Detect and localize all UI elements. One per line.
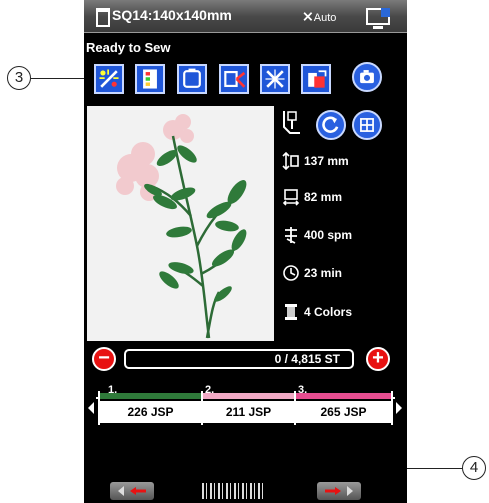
camera-button[interactable] <box>352 62 382 92</box>
forward-button[interactable] <box>317 482 361 500</box>
clock-icon <box>283 265 299 281</box>
height-value: 137 mm <box>304 154 349 168</box>
device-screen: SQ14:140x140mm ⨯Auto Ready to Sew 137 mm… <box>84 0 407 503</box>
info-colors: 4 Colors <box>282 303 402 325</box>
color-code-1: 226 JSP <box>100 401 201 423</box>
info-height: 137 mm <box>282 152 402 174</box>
width-value: 82 mm <box>304 190 343 204</box>
speed-icon <box>285 227 297 244</box>
color-change-icon <box>308 70 327 88</box>
height-icon <box>282 152 299 170</box>
auto-thread-indicator: ⨯Auto <box>302 8 337 24</box>
stitch-minus-button[interactable]: − <box>92 347 116 371</box>
colors-value: 4 Colors <box>304 305 353 319</box>
rotate-icon <box>322 116 339 133</box>
file-icon <box>96 8 110 27</box>
color-sort-button[interactable] <box>94 64 124 94</box>
callout-3-line <box>31 78 86 79</box>
callout-3: 3 <box>7 66 31 90</box>
callout-4-line <box>407 468 462 469</box>
speed-value: 400 spm <box>304 228 353 242</box>
color-sort-icon <box>99 69 119 88</box>
presser-foot-icon <box>280 109 304 139</box>
info-time: 23 min <box>282 264 402 286</box>
stitch-counter: 0 / 4,815 ST <box>124 349 354 369</box>
color-code-2: 211 JSP <box>203 401 294 423</box>
right-edge-arrow-icon <box>396 402 402 414</box>
back-button[interactable] <box>110 482 154 500</box>
grid-icon <box>360 118 374 132</box>
bottom-bar <box>84 480 407 503</box>
info-speed: 400 spm <box>282 226 402 248</box>
callout-4: 4 <box>462 456 486 480</box>
width-icon <box>282 189 300 206</box>
barcode-icon <box>202 483 264 499</box>
color-change-button[interactable] <box>301 64 331 94</box>
trim-button[interactable] <box>219 64 249 94</box>
color-segment-2[interactable] <box>203 393 294 399</box>
auto-label: Auto <box>313 12 337 24</box>
color-number-1: 1. <box>108 384 118 396</box>
design-preview <box>87 106 274 341</box>
timeline-end-divider <box>391 391 393 425</box>
status-text: Ready to Sew <box>86 40 171 55</box>
color-code-3: 265 JSP <box>296 401 391 423</box>
rotate-button[interactable] <box>316 110 346 140</box>
thread-spool-icon <box>285 304 297 320</box>
trim-icon <box>224 70 246 88</box>
left-edge-arrow-icon <box>88 402 94 414</box>
move-button[interactable] <box>260 64 290 94</box>
color-list-icon <box>143 69 157 89</box>
color-list-button[interactable] <box>135 64 165 94</box>
time-value: 23 min <box>304 266 343 280</box>
back-arrow-icon <box>118 486 146 496</box>
stitch-counter-row: − 0 / 4,815 ST + <box>84 344 407 378</box>
title-bar: SQ14:140x140mm ⨯Auto <box>84 0 407 33</box>
forward-arrow-icon <box>325 486 353 496</box>
monitor-icon[interactable] <box>366 8 390 29</box>
design-title: SQ14:140x140mm <box>112 7 232 23</box>
color-segment-3[interactable] <box>296 393 391 399</box>
color-number-3: 3. <box>298 384 308 396</box>
camera-icon <box>360 70 374 84</box>
move-icon <box>265 69 285 89</box>
info-width: 82 mm <box>282 188 402 210</box>
rose-design-image <box>116 114 247 339</box>
stitch-plus-button[interactable]: + <box>366 347 390 371</box>
hoop-icon <box>183 68 201 88</box>
grid-button[interactable] <box>352 110 382 140</box>
color-number-2: 2. <box>205 384 215 396</box>
color-timeline: 1. 226 JSP 2. 211 JSP 3. 265 JSP <box>84 384 407 430</box>
hoop-button[interactable] <box>177 64 207 94</box>
